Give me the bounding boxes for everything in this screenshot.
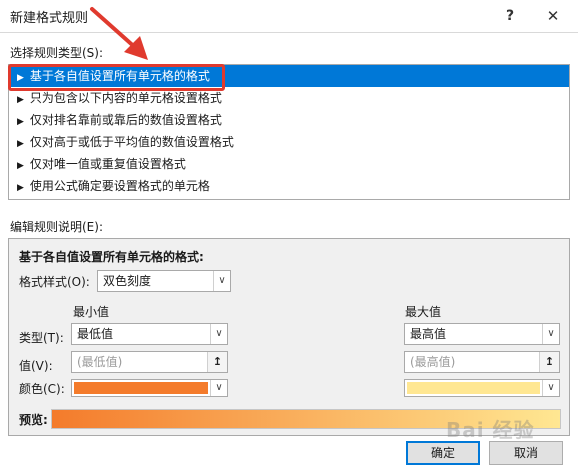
- chevron-down-icon: ∨: [210, 380, 227, 396]
- color-label: 颜色(C):: [19, 382, 65, 396]
- triangle-right-icon: ▶: [17, 139, 24, 149]
- ok-button[interactable]: 确定: [406, 441, 480, 465]
- rule-type-list[interactable]: ▶ 基于各自值设置所有单元格的格式 ▶ 只为包含以下内容的单元格设置格式 ▶ 仅对排名…: [8, 64, 570, 200]
- chevron-down-icon: ∨: [210, 324, 227, 344]
- edit-rule-label: 编辑规则说明(E):: [10, 220, 103, 234]
- max-value-input[interactable]: (最高值) ↥: [404, 351, 560, 373]
- description-heading: 基于各自值设置所有单元格的格式:: [19, 250, 204, 264]
- triangle-right-icon: ▶: [17, 161, 24, 171]
- chevron-down-icon: ∨: [213, 271, 230, 291]
- collapse-dialog-icon[interactable]: ↥: [207, 352, 227, 372]
- rule-description-panel: 基于各自值设置所有单元格的格式: 格式样式(O): 双色刻度 ∨ 最小值 最大值…: [8, 238, 570, 436]
- cancel-button[interactable]: 取消: [489, 441, 563, 465]
- title-bar: 新建格式规则 ? ✕: [0, 0, 578, 33]
- value-label: 值(V):: [19, 359, 53, 373]
- triangle-right-icon: ▶: [17, 183, 24, 193]
- collapse-dialog-icon[interactable]: ↥: [539, 352, 559, 372]
- max-color-select[interactable]: ∨: [404, 379, 560, 397]
- close-button[interactable]: ✕: [540, 4, 566, 28]
- rule-item[interactable]: ▶ 仅对高于或低于平均值的数值设置格式: [9, 131, 569, 153]
- min-color-swatch: [74, 382, 208, 394]
- chevron-down-icon: ∨: [542, 380, 559, 396]
- triangle-right-icon: ▶: [17, 117, 24, 127]
- format-style-select[interactable]: 双色刻度 ∨: [97, 270, 231, 292]
- preview-label: 预览:: [19, 413, 48, 427]
- triangle-right-icon: ▶: [17, 73, 24, 83]
- type-label: 类型(T):: [19, 331, 64, 345]
- rule-item[interactable]: ▶ 仅对唯一值或重复值设置格式: [9, 153, 569, 175]
- max-type-select[interactable]: 最高值 ∨: [404, 323, 560, 345]
- triangle-right-icon: ▶: [17, 95, 24, 105]
- watermark: Bai 经验: [446, 418, 535, 442]
- min-color-select[interactable]: ∨: [71, 379, 228, 397]
- min-type-select[interactable]: 最低值 ∨: [71, 323, 228, 345]
- max-color-swatch: [407, 382, 540, 394]
- max-header: 最大值: [405, 305, 442, 319]
- chevron-down-icon: ∨: [542, 324, 559, 344]
- rule-type-label: 选择规则类型(S):: [10, 46, 104, 60]
- rule-item[interactable]: ▶ 基于各自值设置所有单元格的格式: [9, 65, 569, 87]
- min-header: 最小值: [73, 305, 110, 319]
- help-button[interactable]: ?: [497, 4, 523, 28]
- rule-item[interactable]: ▶ 使用公式确定要设置格式的单元格: [9, 175, 569, 197]
- rule-item[interactable]: ▶ 仅对排名靠前或靠后的数值设置格式: [9, 109, 569, 131]
- min-value-input[interactable]: (最低值) ↥: [71, 351, 228, 373]
- format-style-label: 格式样式(O):: [19, 275, 90, 289]
- rule-item[interactable]: ▶ 只为包含以下内容的单元格设置格式: [9, 87, 569, 109]
- window-title: 新建格式规则: [10, 11, 89, 26]
